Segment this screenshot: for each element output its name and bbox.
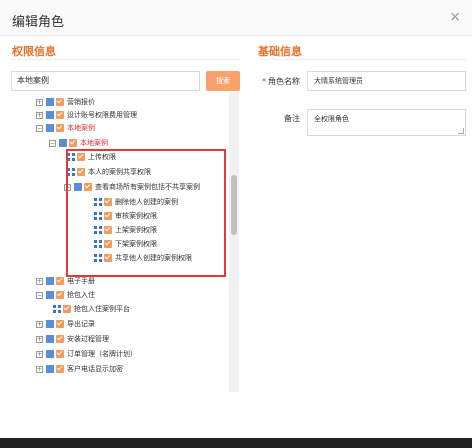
folder-icon xyxy=(46,111,54,119)
dialog-title-bar: 编辑角色 × xyxy=(0,0,472,36)
close-icon[interactable]: × xyxy=(449,9,461,25)
collapse-icon[interactable]: − xyxy=(49,139,56,147)
checkbox-checked-icon[interactable] xyxy=(56,277,64,285)
folder-icon xyxy=(46,350,54,358)
tree-scroll-thumb[interactable] xyxy=(231,175,237,235)
tree-node-label: 抢包入住案例平台 xyxy=(74,305,130,313)
tree-node-label: 订单管理（名牌计划） xyxy=(67,350,137,358)
checkbox-checked-icon[interactable] xyxy=(56,291,64,299)
checkbox-checked-icon[interactable] xyxy=(56,98,64,106)
edit-role-dialog: 编辑角色 × 权限信息 基础信息 本地案例 搜索 + 营销报价 + 设计账号权限费用管… xyxy=(0,0,472,438)
checkbox-checked-icon[interactable] xyxy=(69,139,77,147)
tree-scrollbar[interactable] xyxy=(229,92,239,392)
collapse-icon[interactable]: − xyxy=(36,124,43,132)
checkbox-checked-icon[interactable] xyxy=(63,305,71,313)
folder-icon xyxy=(46,291,54,299)
checkbox-checked-icon[interactable] xyxy=(56,124,64,132)
tree-node[interactable]: 抢包入住案例平台 xyxy=(53,303,130,315)
role-name-input[interactable]: 大晴系统管理员 xyxy=(307,71,466,91)
expand-icon[interactable]: + xyxy=(36,111,43,119)
basic-divider xyxy=(258,59,466,60)
checkbox-checked-icon[interactable] xyxy=(56,335,64,343)
checkbox-checked-icon[interactable] xyxy=(56,320,64,328)
expand-icon[interactable]: + xyxy=(36,277,43,285)
folder-icon xyxy=(46,335,54,343)
tree-node[interactable]: + 设计账号权限费用管理 xyxy=(36,109,137,121)
permissions-section-title: 权限信息 xyxy=(12,45,56,58)
folder-icon xyxy=(46,277,54,285)
tree-node-label: 营销报价 xyxy=(67,98,95,106)
tree-node[interactable]: + 导出记录 xyxy=(36,318,95,330)
permissions-divider xyxy=(11,59,240,60)
checkbox-checked-icon[interactable] xyxy=(56,365,64,373)
folder-icon xyxy=(46,124,54,132)
tree-node[interactable]: + 订单管理（名牌计划） xyxy=(36,348,137,360)
footer-bar xyxy=(0,438,472,448)
remark-textarea[interactable]: 全权限角色 xyxy=(307,109,466,136)
checkbox-checked-icon[interactable] xyxy=(56,350,64,358)
tree-node[interactable]: + 客户电话显示加密 xyxy=(36,363,123,375)
expand-icon[interactable]: + xyxy=(36,350,43,358)
tree-node-label: 导出记录 xyxy=(67,320,95,328)
highlight-annotation-box xyxy=(66,149,226,277)
expand-icon[interactable]: + xyxy=(36,320,43,328)
folder-icon xyxy=(46,320,54,328)
folder-icon xyxy=(59,139,67,147)
tree-node-label: 抢包入住 xyxy=(67,291,95,299)
role-name-label-text: 角色名称 xyxy=(268,77,300,86)
tree-node-label: 本地案例 xyxy=(80,139,108,147)
checkbox-checked-icon[interactable] xyxy=(56,111,64,119)
textarea-resize-handle[interactable] xyxy=(458,128,464,134)
expand-icon[interactable]: + xyxy=(36,335,43,343)
collapse-icon[interactable]: − xyxy=(36,291,43,299)
permission-search-input[interactable]: 本地案例 xyxy=(11,71,200,91)
grid-icon xyxy=(53,305,61,313)
expand-icon[interactable]: + xyxy=(36,365,43,373)
remark-label: 备注 xyxy=(284,114,300,123)
tree-node[interactable]: − 抢包入住 xyxy=(36,289,95,301)
tree-node[interactable]: + 营销报价 xyxy=(36,96,95,108)
tree-node-label: 安装过程管理 xyxy=(67,335,109,343)
basic-section-title: 基础信息 xyxy=(258,45,302,58)
tree-node-label: 设计账号权限费用管理 xyxy=(67,111,137,119)
tree-node-label: 本地案例 xyxy=(67,124,95,132)
tree-node[interactable]: − 本地案例 xyxy=(49,137,108,149)
tree-node-label: 客户电话显示加密 xyxy=(67,365,123,373)
tree-node-label: 电子手册 xyxy=(67,277,95,285)
role-name-label: * 角色名称 xyxy=(250,76,300,87)
dialog-title: 编辑角色 xyxy=(12,15,65,30)
folder-icon xyxy=(46,365,54,373)
search-button[interactable]: 搜索 xyxy=(206,71,240,91)
folder-icon xyxy=(46,98,54,106)
tree-node[interactable]: + 安装过程管理 xyxy=(36,333,109,345)
expand-icon[interactable]: + xyxy=(36,98,43,106)
tree-node[interactable]: − 本地案例 xyxy=(36,122,95,134)
required-mark: * xyxy=(262,77,266,86)
